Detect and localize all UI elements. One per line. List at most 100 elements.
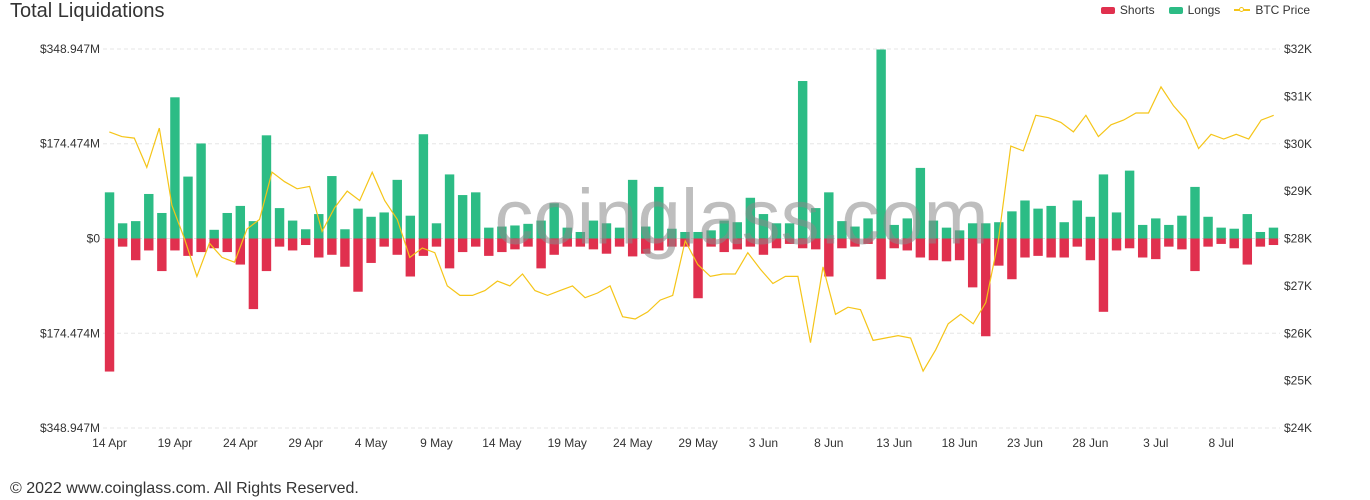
x-tick-label: 19 May (548, 436, 587, 450)
longs-bar (209, 229, 219, 239)
longs-bar (261, 135, 272, 239)
shorts-bar (104, 238, 115, 372)
longs-bar (104, 192, 115, 239)
shorts-bar (287, 238, 298, 251)
shorts-bar (1151, 238, 1161, 260)
longs-bar (418, 134, 429, 239)
shorts-bar (1046, 238, 1056, 258)
longs-bar (1059, 222, 1069, 239)
shorts-bar (353, 238, 363, 292)
longs-bar (340, 229, 350, 239)
copyright-footer: © 2022 www.coinglass.com. All Rights Res… (10, 480, 359, 497)
shorts-bar (1203, 238, 1213, 247)
x-tick-label: 19 Apr (158, 436, 193, 450)
shorts-bar (1007, 238, 1017, 280)
shorts-bar (274, 238, 285, 247)
shorts-bar (379, 238, 389, 247)
x-tick-label: 24 May (613, 436, 652, 450)
longs-bar (1164, 224, 1174, 239)
shorts-bar (1177, 238, 1187, 250)
longs-bar (117, 223, 128, 239)
longs-bar (353, 208, 363, 239)
shorts-bar (1124, 238, 1135, 249)
shorts-bar (444, 238, 455, 269)
longs-bar (1151, 218, 1161, 239)
longs-bar (1124, 170, 1135, 239)
longs-bar (130, 221, 141, 239)
longs-bar (196, 143, 206, 239)
longs-bar (157, 212, 167, 239)
shorts-bar (1229, 238, 1239, 249)
longs-bar (471, 192, 481, 239)
longs-bar (1137, 224, 1148, 239)
longs-bar (1033, 208, 1043, 239)
y-left-tick-label: $0 (87, 232, 101, 246)
y-right-tick-label: $31K (1284, 89, 1312, 103)
shorts-bar (1111, 238, 1122, 251)
y-right-tick-label: $29K (1284, 184, 1312, 198)
longs-bar (274, 208, 285, 239)
x-tick-label: 4 May (355, 436, 388, 450)
shorts-bar (1242, 238, 1253, 265)
shorts-bar (340, 238, 350, 267)
x-tick-label: 3 Jul (1143, 436, 1168, 450)
longs-bar (1229, 228, 1239, 239)
shorts-bar (130, 238, 141, 261)
shorts-bar (418, 238, 429, 256)
longs-bar (1190, 186, 1200, 239)
longs-bar (1007, 211, 1017, 239)
longs-bar (1085, 216, 1096, 239)
y-left-tick-label: $174.474M (40, 137, 100, 151)
longs-bar (300, 229, 311, 239)
shorts-bar (157, 238, 167, 272)
y-right-tick-label: $25K (1284, 374, 1312, 388)
x-tick-label: 24 Apr (223, 436, 258, 450)
longs-bar (405, 215, 416, 239)
shorts-bar (1072, 238, 1083, 247)
y-right-tick-label: $32K (1284, 42, 1312, 56)
longs-bar (484, 227, 494, 239)
shorts-bar (1137, 238, 1148, 258)
longs-bar (183, 176, 193, 239)
shorts-bar (1268, 238, 1279, 246)
shorts-bar (327, 238, 337, 255)
shorts-bar (457, 238, 468, 253)
longs-bar (1242, 214, 1253, 239)
shorts-bar (471, 238, 481, 247)
shorts-bar (1085, 238, 1096, 261)
longs-bar (222, 212, 232, 239)
longs-bar (444, 174, 455, 239)
shorts-bar (235, 238, 246, 265)
y-right-tick-label: $30K (1284, 137, 1312, 151)
y-right-tick-label: $28K (1284, 232, 1312, 246)
shorts-bar (1098, 238, 1109, 312)
shorts-bar (1216, 238, 1226, 244)
longs-bar (1268, 227, 1279, 239)
shorts-bar (431, 238, 442, 247)
x-tick-label: 8 Jul (1208, 436, 1233, 450)
shorts-bar (1190, 238, 1200, 272)
longs-bar (287, 220, 298, 239)
shorts-bar (248, 238, 259, 310)
y-right-tick-label: $27K (1284, 279, 1312, 293)
shorts-bar (314, 238, 324, 258)
x-tick-label: 29 May (678, 436, 717, 450)
y-right-tick-label: $24K (1284, 421, 1312, 435)
longs-bar (1111, 212, 1122, 239)
shorts-bar (170, 238, 180, 251)
x-tick-label: 13 Jun (876, 436, 912, 450)
longs-bar (457, 195, 468, 239)
shorts-bar (222, 238, 232, 253)
x-tick-label: 28 Jun (1072, 436, 1108, 450)
shorts-bar (1255, 238, 1266, 247)
y-left-tick-label: $174.474M (40, 326, 100, 340)
longs-bar (1020, 200, 1030, 239)
shorts-bar (209, 238, 219, 249)
shorts-bar (117, 238, 128, 247)
liquidations-chart: coinglass.com $348.947M $174.474M $0 $174.4… (40, 42, 1312, 450)
longs-bar (1046, 205, 1056, 239)
longs-bar (170, 97, 180, 239)
x-tick-label: 29 Apr (288, 436, 323, 450)
longs-bar (431, 223, 442, 239)
x-tick-label: 9 May (420, 436, 453, 450)
